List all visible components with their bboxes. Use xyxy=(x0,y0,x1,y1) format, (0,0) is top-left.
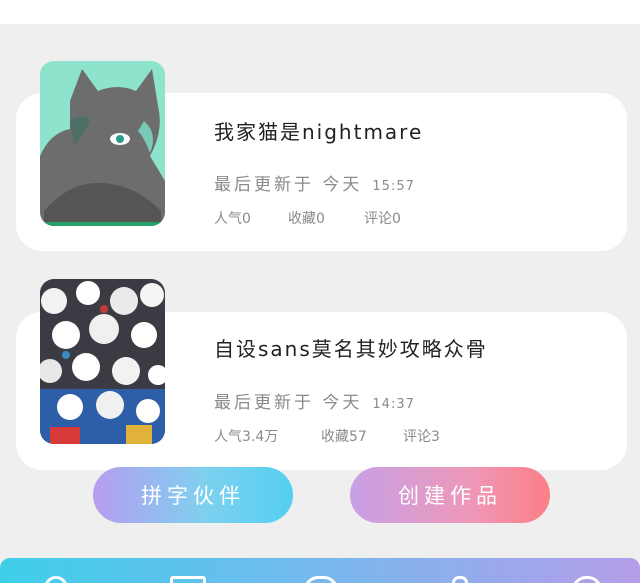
comments-stat: 评论0 xyxy=(364,211,401,227)
work-updated-info: 最后更新于 今天 14:37 xyxy=(214,388,415,413)
updated-label: 最后更新于 今天 xyxy=(214,175,363,195)
message-icon[interactable] xyxy=(304,576,338,583)
work-title[interactable]: 我家猫是nightmare xyxy=(214,116,423,145)
cat-character-illustration xyxy=(40,61,165,226)
more-icon[interactable] xyxy=(572,576,602,583)
updated-time: 14:37 xyxy=(372,397,415,412)
bottom-nav-bar xyxy=(0,558,640,583)
book-icon[interactable] xyxy=(170,576,206,583)
home-icon[interactable] xyxy=(44,576,68,583)
work-cover-image[interactable] xyxy=(40,61,165,226)
profile-icon[interactable] xyxy=(452,576,468,583)
updated-time: 15:57 xyxy=(372,179,415,194)
favorites-stat: 收藏0 xyxy=(288,211,325,227)
skeleton-crowd-illustration xyxy=(40,279,165,444)
create-work-button[interactable]: 创建作品 xyxy=(350,467,550,523)
comments-stat: 评论3 xyxy=(403,429,440,445)
work-updated-info: 最后更新于 今天 15:57 xyxy=(214,170,415,195)
work-title[interactable]: 自设sans莫名其妙攻略众骨 xyxy=(214,333,488,362)
top-strip xyxy=(0,0,640,24)
popularity-stat: 人气3.4万 xyxy=(214,429,279,445)
partner-button[interactable]: 拼字伙伴 xyxy=(93,467,293,523)
favorites-stat: 收藏57 xyxy=(321,429,367,445)
popularity-stat: 人气0 xyxy=(214,211,251,227)
updated-label: 最后更新于 今天 xyxy=(214,393,363,413)
work-cover-image[interactable] xyxy=(40,279,165,444)
